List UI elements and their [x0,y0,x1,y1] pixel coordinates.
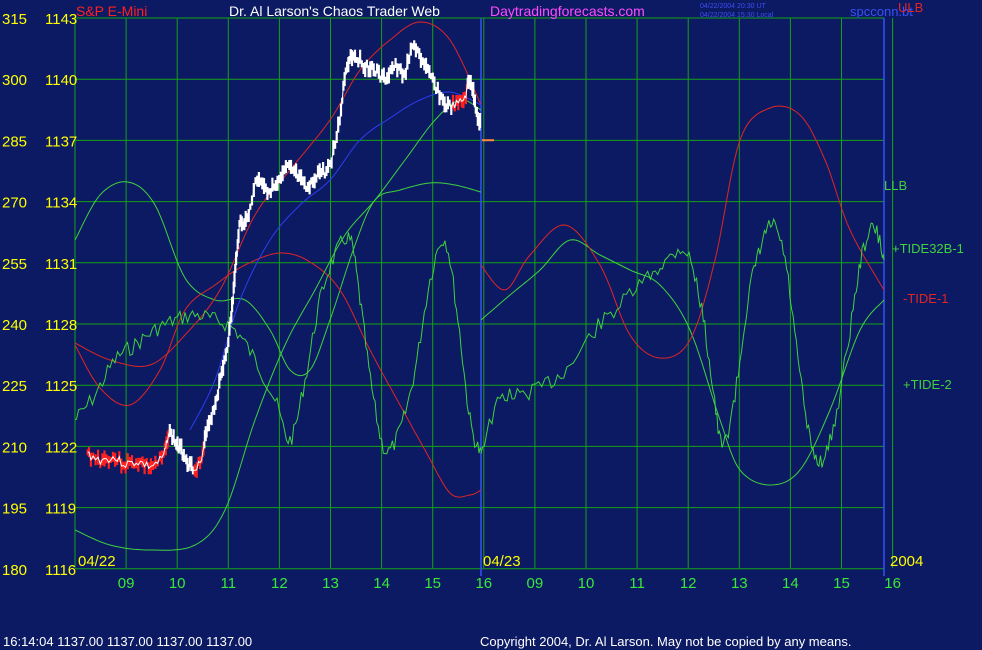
time-axis-tick: 16 [884,575,901,592]
time-axis-tick: 13 [731,575,748,592]
time-axis-tick: 10 [169,575,186,592]
price-axis-tick: 1119 [45,501,76,518]
left-axis-tick: 225 [2,378,27,395]
copyright-line: Copyright 2004, Dr. Al Larson. May not b… [480,634,851,649]
time-axis-tick: 12 [271,575,288,592]
ulb-label: ULB [898,0,923,15]
timestamp-ut: 04/22/2004 20:30 UT [700,3,766,10]
time-axis-tick: 09 [527,575,544,592]
price-axis-tick: 1143 [45,11,77,28]
price-axis-tick: 1125 [45,378,77,395]
left-axis-tick: 270 [2,195,27,212]
left-axis-tick: 285 [2,133,27,150]
left-axis-tick: 315 [2,11,27,28]
time-axis-tick: 12 [680,575,697,592]
time-axis-tick: 11 [221,575,237,592]
chart-title: Dr. Al Larson's Chaos Trader Web [229,3,440,19]
symbol-label: S&P E-Mini [76,3,147,19]
time-axis-tick: 14 [373,575,390,592]
time-axis-tick: 16 [475,575,492,592]
price-axis-tick: 1140 [45,72,77,89]
left-axis-tick: 210 [2,439,27,456]
price-axis-tick: 1122 [45,439,77,456]
price-axis-tick: 1131 [45,256,77,273]
date-label-next: 04/23 [483,553,521,570]
time-axis-tick: 15 [833,575,850,592]
time-axis-tick: 10 [578,575,595,592]
left-axis-tick: 255 [2,256,27,273]
date-label-start: 04/22 [78,553,116,570]
left-axis-tick: 300 [2,72,27,89]
price-axis-tick: 1128 [45,317,77,334]
price-axis-tick: 1134 [45,195,77,212]
time-axis-tick: 09 [118,575,135,592]
time-axis-tick: 14 [782,575,799,592]
tide32b-label: +TIDE32B-1 [892,241,964,256]
chaos-trader-chart: 315 300 285 270 255 240 225 210 195 180 1143 1140 11… [0,0,982,650]
timestamp-local: 04/22/2004 15:30 Local [700,12,774,19]
price-axis-tick: 1137 [45,133,77,150]
time-axis-tick: 15 [424,575,441,592]
left-axis-tick: 240 [2,317,27,334]
time-axis-tick: 11 [629,575,645,592]
time-axis-tick: 13 [322,575,339,592]
llb-label: LLB [884,178,907,193]
left-axis-tick: 195 [2,501,27,518]
minus-tide1-label: -TIDE-1 [903,291,949,306]
chart-svg: 315 300 285 270 255 240 225 210 195 180 1143 1140 11… [0,0,982,650]
plus-tide2-label: +TIDE-2 [903,377,952,392]
year-label: 2004 [890,553,923,570]
price-axis-tick: 1116 [45,562,76,579]
website-label: Daytradingforecasts.com [490,3,645,19]
left-axis-tick: 180 [2,562,27,579]
quote-line: 16:14:04 1137.00 1137.00 1137.00 1137.00 [3,634,252,649]
